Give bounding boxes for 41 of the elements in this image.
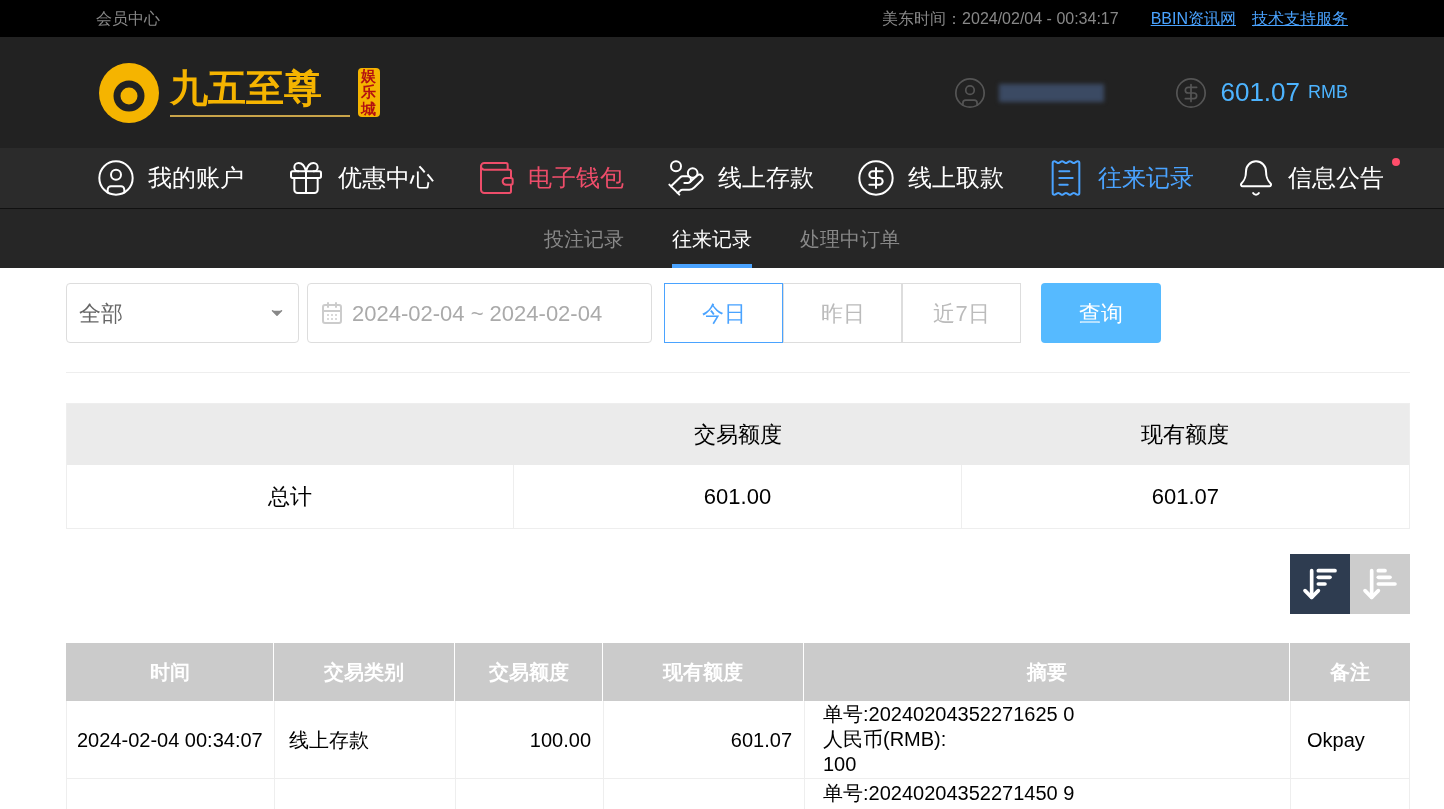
top-link[interactable]: 技术支持服务	[1252, 6, 1348, 31]
time-cell: 2024-02-04 00:34:07	[67, 701, 275, 778]
amount-cell: 100.00	[456, 701, 604, 778]
nav-item[interactable]: 往来记录	[1046, 158, 1194, 198]
dollar-icon	[1174, 75, 1209, 110]
summary-header: 交易额度	[693, 421, 783, 449]
summary-line: 单号:20240204352271625 0	[823, 702, 1076, 727]
currency: RMB	[1308, 81, 1348, 104]
logo[interactable]: 九五至尊 娱乐城	[96, 59, 380, 126]
balance-cell: 601.07	[604, 701, 805, 778]
calendar-icon	[320, 301, 344, 325]
balance-amount: 601.07	[1220, 76, 1300, 109]
sub-tab[interactable]: 往来记录	[672, 209, 752, 268]
nav-item[interactable]: 我的账户	[96, 158, 244, 198]
nav-item[interactable]: 线上取款	[856, 158, 1004, 198]
nav-icon	[96, 158, 136, 198]
note-cell-text: Okpay	[1306, 727, 1366, 753]
sub-tab[interactable]: 处理中订单	[800, 209, 900, 268]
nav-item[interactable]: 优惠中心	[286, 158, 434, 198]
nav-item[interactable]: 线上存款	[666, 158, 814, 198]
top-link[interactable]: BBIN资讯网	[1150, 6, 1236, 31]
eastern-time: 美东时间：2024/02/04 - 00:34:17	[882, 8, 1119, 29]
sort-button[interactable]	[1290, 554, 1350, 614]
summary-line: 单号:20240204352271450 9	[823, 781, 1076, 806]
type-select[interactable]: 全部	[66, 283, 299, 343]
sub-tab[interactable]: 投注记录	[544, 209, 624, 268]
summary-line: 人民币(RMB):	[823, 727, 948, 752]
summary-line: 100	[823, 752, 858, 777]
page-title: 会员中心	[96, 8, 160, 29]
logo-tag: 娱乐城	[358, 67, 380, 118]
summary-value: 601.00	[514, 465, 962, 528]
nav-item[interactable]: 电子钱包	[476, 158, 624, 198]
nav-icon	[856, 158, 896, 198]
nav-icon	[666, 158, 706, 198]
logo-text: 九五至尊	[170, 68, 323, 107]
summary-label: 总计	[67, 465, 515, 528]
user-icon	[953, 75, 988, 110]
nav-item[interactable]: 信息公告	[1236, 158, 1384, 198]
type-cell: 线上存款	[275, 701, 456, 778]
summary-value: 601.07	[1150, 483, 1220, 511]
summary-header: 现有额度	[1140, 421, 1231, 449]
